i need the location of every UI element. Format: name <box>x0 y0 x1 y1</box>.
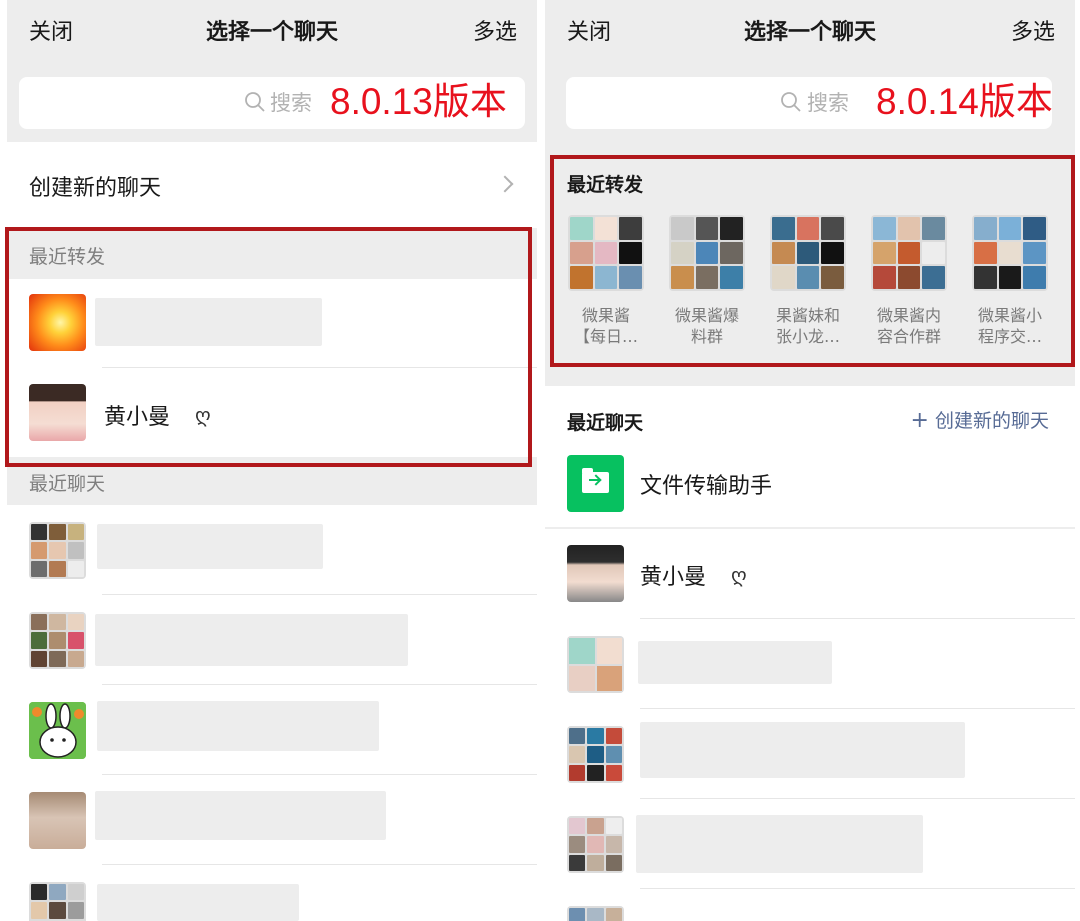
version-label: 8.0.14版本 <box>876 81 1053 122</box>
contact-name: 文件传输助手 <box>640 474 773 499</box>
recent-forward-group[interactable]: 微果酱小 程序交… <box>970 215 1050 347</box>
nav-bar: 选择一个聊天 关闭 多选 <box>545 0 1075 66</box>
nav-bar: 选择一个聊天 关闭 多选 <box>7 0 537 66</box>
multi-select-button[interactable]: 多选 <box>473 18 517 48</box>
page-title: 选择一个聊天 <box>205 20 338 45</box>
chat-list-item[interactable] <box>545 619 1075 709</box>
recent-forward-contact[interactable] <box>7 279 537 368</box>
chat-list-item[interactable] <box>7 505 537 595</box>
group-mosaic-avatar <box>29 612 86 669</box>
search-band: 搜索 8.0.13版本 <box>7 66 537 142</box>
chat-list-item[interactable] <box>7 685 537 775</box>
recent-forward-group[interactable]: 微果酱 【每日… <box>566 215 646 347</box>
create-new-chat-link[interactable]: + 创建新的聊天 <box>911 406 1049 433</box>
close-button[interactable]: 关闭 <box>29 18 73 48</box>
search-icon <box>245 92 265 112</box>
search-placeholder: 搜索 <box>270 91 312 115</box>
girl-avatar <box>567 545 624 602</box>
chevron-right-icon <box>496 175 514 193</box>
search-input[interactable]: 搜索 8.0.13版本 <box>19 77 525 129</box>
group-mosaic-avatar <box>29 522 86 579</box>
chat-list-item[interactable] <box>545 709 1075 799</box>
folder-shape <box>582 468 609 493</box>
recent-forward-header: 最近转发 <box>7 228 537 279</box>
orange-flower-avatar <box>29 294 86 351</box>
group-mosaic-avatar <box>770 215 846 291</box>
recent-forward-title: 最近转发 <box>29 246 106 268</box>
chat-list-item[interactable] <box>545 799 1075 889</box>
rabbit-cartoon-avatar <box>29 702 86 759</box>
multi-select-button[interactable]: 多选 <box>1011 18 1055 48</box>
group-name: 果酱妹和 张小龙… <box>775 306 840 346</box>
group-name: 微果酱爆 料群 <box>674 306 739 346</box>
redacted-name <box>97 884 299 921</box>
version-label: 8.0.13版本 <box>330 81 507 122</box>
create-new-chat-label: 创建新的聊天 <box>934 410 1049 432</box>
chat-list-item[interactable] <box>7 865 537 921</box>
search-input[interactable]: 搜索 8.0.14版本 <box>566 77 1053 129</box>
chat-list-item[interactable] <box>545 889 1075 921</box>
search-placeholder: 搜索 <box>807 91 849 115</box>
close-button[interactable]: 关闭 <box>567 18 611 48</box>
group-name: 微果酱 【每日… <box>573 306 638 346</box>
file-transfer-icon <box>567 455 624 512</box>
group-mosaic-avatar <box>568 215 644 291</box>
group-name: 微果酱小 程序交… <box>977 306 1042 346</box>
group-mosaic-avatar <box>567 726 624 783</box>
group-mosaic-avatar <box>567 636 624 693</box>
page-title: 选择一个聊天 <box>743 20 876 45</box>
group-mosaic-avatar <box>669 215 745 291</box>
group-mosaic-avatar <box>972 215 1048 291</box>
group-mosaic-avatar <box>567 906 624 921</box>
recent-forward-title: 最近转发 <box>567 174 644 196</box>
redacted-name <box>640 722 965 778</box>
redacted-name <box>636 815 923 873</box>
redacted-name <box>638 641 832 684</box>
search-band: 搜索 8.0.14版本 <box>545 66 1075 142</box>
recent-chats-header: 最近聊天 <box>7 457 537 505</box>
butterfly-badge: ღ <box>731 563 747 587</box>
recent-chats-title: 最近聊天 <box>29 473 106 495</box>
recent-forward-contact[interactable]: 黄小曼 ღ <box>7 368 537 457</box>
butterfly-badge: ღ <box>195 403 211 427</box>
recent-chats-title: 最近聊天 <box>567 412 644 434</box>
group-mosaic-avatar <box>871 215 947 291</box>
create-new-chat-row[interactable]: 创建新的聊天 <box>7 142 537 228</box>
version-8013-screen: 选择一个聊天 关闭 多选 搜索 8.0.13版本 创建新的聊天 最近转发 黄小曼… <box>7 0 537 921</box>
chat-list-item[interactable] <box>7 595 537 685</box>
recent-forward-group[interactable]: 微果酱爆 料群 <box>667 215 747 347</box>
group-mosaic-avatar <box>567 816 624 873</box>
chat-list-item[interactable]: 黄小曼 ღ <box>545 529 1075 619</box>
redacted-name <box>95 614 408 666</box>
group-name: 微果酱内 容合作群 <box>876 306 941 346</box>
contact-name: 黄小曼 <box>640 565 707 590</box>
group-mosaic-avatar <box>29 882 86 921</box>
search-icon <box>781 92 801 112</box>
redacted-name <box>95 791 386 840</box>
chat-list-item[interactable] <box>7 775 537 865</box>
girl-avatar <box>29 384 86 441</box>
recent-forward-group[interactable]: 微果酱内 容合作群 <box>869 215 949 347</box>
create-new-chat-label: 创建新的聊天 <box>29 176 162 201</box>
recent-forward-group[interactable]: 果酱妹和 张小龙… <box>768 215 848 347</box>
plus-icon: + <box>910 408 929 433</box>
redacted-name <box>95 298 322 346</box>
arrow-shape <box>589 479 599 481</box>
redacted-name <box>97 524 323 569</box>
version-8014-screen: 选择一个聊天 关闭 多选 搜索 8.0.14版本 最近转发 微果酱 【每日… 微果… <box>545 0 1075 921</box>
chat-list-item[interactable]: 文件传输助手 <box>545 440 1075 527</box>
contact-name: 黄小曼 <box>104 405 171 430</box>
redacted-name <box>97 701 379 751</box>
girl-photo-avatar <box>29 792 86 849</box>
